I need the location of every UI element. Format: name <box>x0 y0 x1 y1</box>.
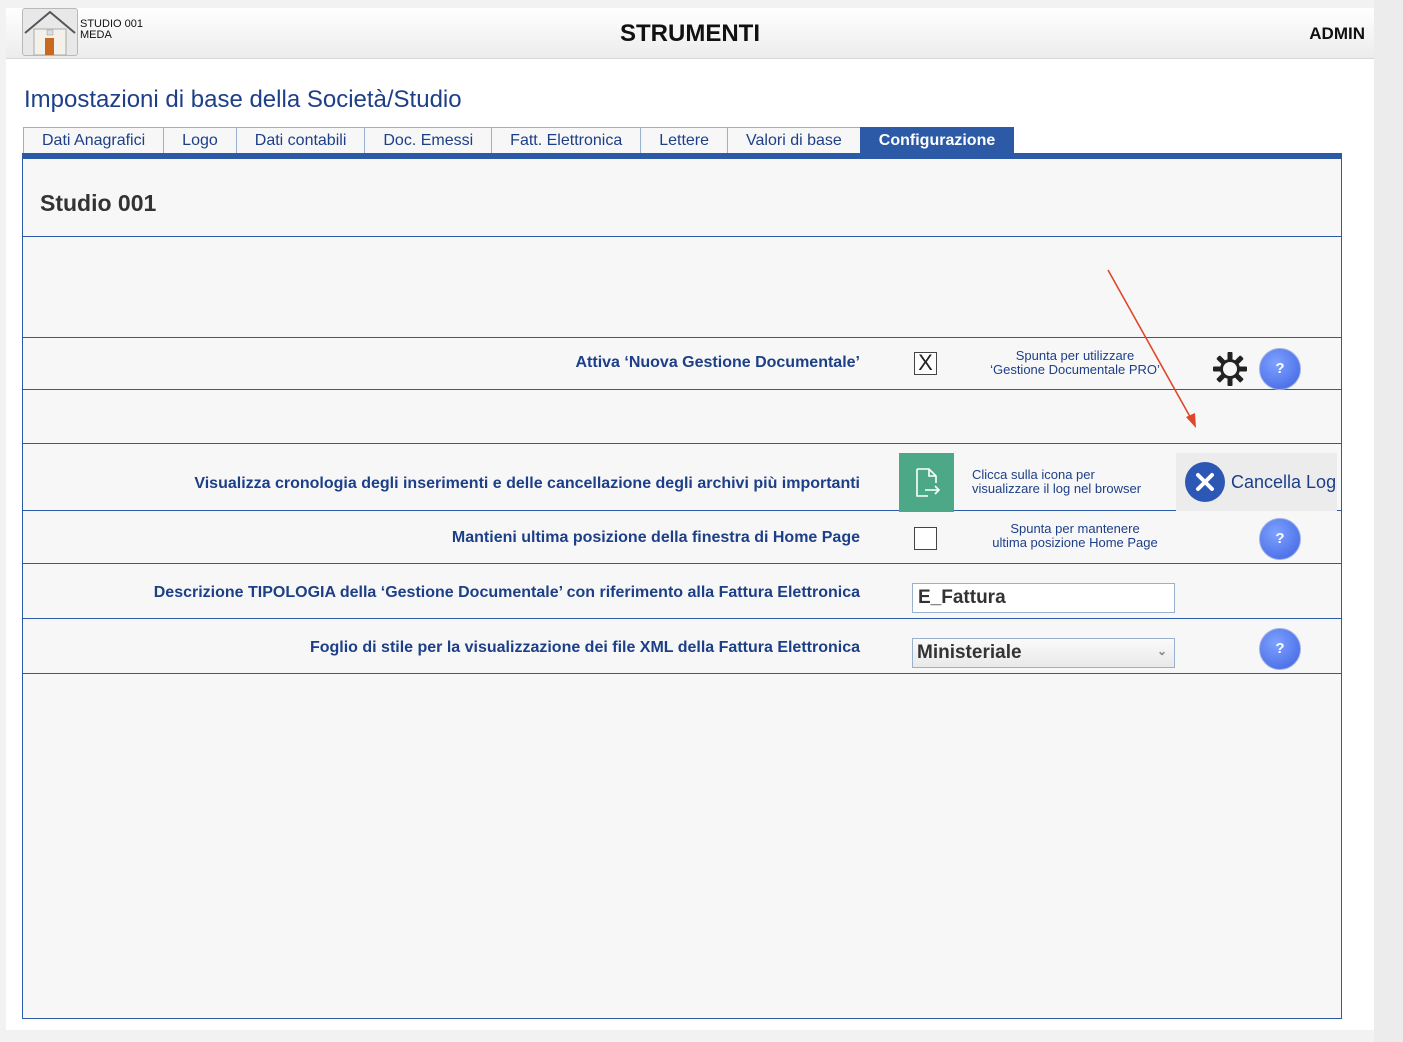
tab-lettere[interactable]: Lettere <box>640 127 729 153</box>
tipologia-input[interactable]: E_Fattura <box>912 583 1175 613</box>
divider <box>23 618 1341 619</box>
tab-fatt-elettronica[interactable]: Fatt. Elettronica <box>491 127 642 153</box>
nuova-gestione-hint: Spunta per utilizzare ‘Gestione Document… <box>975 349 1175 377</box>
tab-valori-di-base[interactable]: Valori di base <box>727 127 861 153</box>
checkbox-check-mark: X <box>918 350 933 375</box>
tab-bar: Dati Anagrafici Logo Dati contabili Doc.… <box>23 127 1015 153</box>
close-icon <box>1185 462 1225 502</box>
divider <box>23 443 1341 444</box>
hint-line: Clicca sulla icona per <box>972 467 1095 482</box>
tab-logo[interactable]: Logo <box>163 127 237 153</box>
posizione-label: Mantieni ultima posizione della finestra… <box>451 529 860 546</box>
gear-icon[interactable] <box>1212 351 1248 387</box>
divider <box>23 510 1341 511</box>
hint-line: ‘Gestione Documentale PRO’ <box>990 362 1160 377</box>
user-label: ADMIN <box>1309 24 1365 43</box>
tab-doc-emessi[interactable]: Doc. Emessi <box>364 127 493 153</box>
cronologia-label: Visualizza cronologia degli inserimenti … <box>194 475 860 492</box>
open-log-button[interactable] <box>899 453 954 512</box>
cancella-log-button[interactable]: Cancella Log <box>1176 453 1337 511</box>
tab-configurazione[interactable]: Configurazione <box>859 127 1015 153</box>
hint-line: visualizzare il log nel browser <box>972 481 1142 496</box>
window-title: STRUMENTI <box>620 20 760 47</box>
divider <box>23 337 1341 338</box>
divider <box>23 673 1341 674</box>
select-value: Ministeriale <box>917 642 1022 663</box>
window-edge <box>1374 0 1403 1042</box>
chevron-down-icon: ⌄ <box>1156 644 1167 658</box>
configuration-panel: Studio 001 Attiva ‘Nuova Gestione Docume… <box>22 153 1342 1019</box>
foglio-stile-select[interactable]: Ministeriale ⌄ <box>912 638 1175 668</box>
divider <box>23 389 1341 390</box>
cronologia-hint: Clicca sulla icona per visualizzare il l… <box>972 468 1141 496</box>
foglio-stile-label: Foglio di stile per la visualizzazione d… <box>309 639 860 656</box>
hint-line: Spunta per utilizzare <box>1015 348 1135 363</box>
hint-line: Spunta per mantenere <box>1010 521 1140 536</box>
nuova-gestione-label: Attiva ‘Nuova Gestione Documentale’ <box>575 354 860 371</box>
document-open-icon <box>916 468 941 497</box>
hint-line: ultima posizione Home Page <box>992 535 1158 550</box>
divider <box>23 236 1341 237</box>
posizione-help-button[interactable]: ? <box>1259 518 1301 560</box>
tab-dati-contabili[interactable]: Dati contabili <box>235 127 366 153</box>
posizione-checkbox[interactable] <box>914 527 937 550</box>
nuova-gestione-checkbox[interactable]: X <box>914 352 937 375</box>
app-window: STUDIO 001 MEDA STRUMENTI ADMIN Impostaz… <box>6 8 1374 1030</box>
posizione-hint: Spunta per mantenere ultima posizione Ho… <box>960 522 1190 550</box>
tab-dati-anagrafici[interactable]: Dati Anagrafici <box>23 127 165 153</box>
foglio-stile-help-button[interactable]: ? <box>1259 628 1301 670</box>
tipologia-label: Descrizione TIPOLOGIA della ‘Gestione Do… <box>153 584 860 601</box>
top-bar: STUDIO 001 MEDA STRUMENTI ADMIN <box>6 8 1374 59</box>
nuova-gestione-help-button[interactable]: ? <box>1259 348 1301 390</box>
studio-heading: Studio 001 <box>40 190 157 216</box>
divider <box>23 563 1341 564</box>
cancella-log-label: Cancella Log <box>1231 471 1337 492</box>
page-title: Impostazioni di base della Società/Studi… <box>24 86 462 113</box>
